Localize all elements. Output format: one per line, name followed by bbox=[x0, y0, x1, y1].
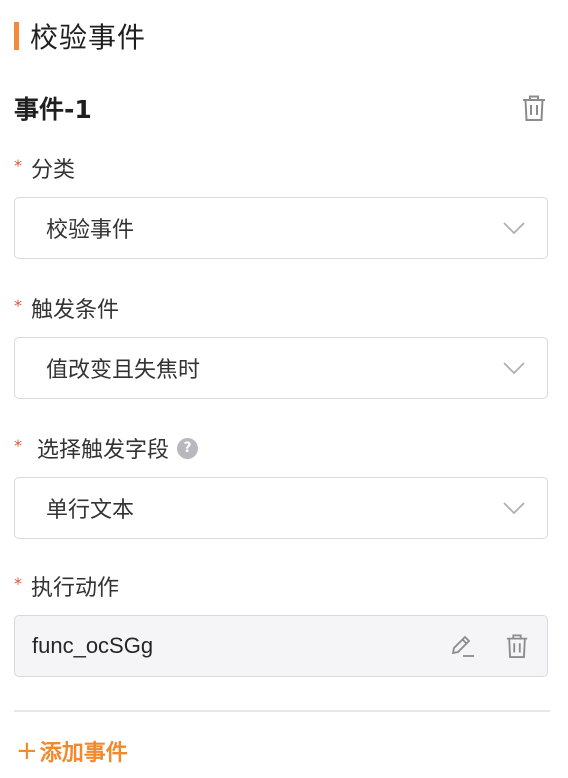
action-item: func_ocSGg bbox=[14, 615, 548, 677]
help-icon[interactable]: ? bbox=[177, 437, 199, 459]
delete-action-button[interactable] bbox=[501, 630, 533, 662]
event-title: 事件-1 bbox=[14, 95, 92, 124]
trash-icon bbox=[506, 634, 528, 658]
required-mark: * bbox=[14, 295, 22, 315]
trigger-field-label: * 选择触发字段 ? bbox=[14, 433, 199, 463]
divider bbox=[14, 710, 550, 712]
action-label: * 执行动作 bbox=[14, 571, 120, 602]
trigger-condition-select-value: 值改变且失焦时 bbox=[46, 358, 201, 383]
add-event-label: 添加事件 bbox=[39, 741, 128, 766]
action-icons bbox=[447, 630, 533, 662]
chevron-down-icon bbox=[503, 362, 525, 374]
required-mark: * bbox=[14, 435, 22, 455]
trigger-field-select-value: 单行文本 bbox=[46, 498, 135, 523]
edit-action-button[interactable] bbox=[447, 630, 479, 662]
trash-icon bbox=[523, 95, 545, 121]
delete-event-button[interactable] bbox=[518, 92, 550, 124]
trigger-condition-label: * 触发条件 bbox=[14, 293, 120, 324]
trigger-condition-label-text: 触发条件 bbox=[31, 298, 120, 323]
action-name: func_ocSGg bbox=[32, 633, 154, 658]
event-header: 事件-1 bbox=[14, 86, 550, 130]
trigger-condition-select[interactable]: 值改变且失焦时 bbox=[14, 337, 548, 399]
category-label: * 分类 bbox=[14, 153, 76, 184]
trigger-field-label-text: 选择触发字段 bbox=[37, 438, 170, 463]
category-select[interactable]: 校验事件 bbox=[14, 197, 548, 259]
section-title: 校验事件 bbox=[14, 14, 146, 58]
category-label-text: 分类 bbox=[31, 158, 76, 183]
pencil-icon bbox=[451, 635, 474, 657]
title-accent-bar bbox=[14, 22, 19, 50]
section-title-text: 校验事件 bbox=[30, 21, 147, 54]
required-mark: * bbox=[14, 573, 22, 593]
chevron-down-icon bbox=[503, 222, 525, 234]
add-event-button[interactable]: + 添加事件 bbox=[16, 734, 128, 768]
plus-icon: + bbox=[16, 736, 38, 766]
action-label-text: 执行动作 bbox=[31, 576, 120, 601]
category-select-value: 校验事件 bbox=[46, 218, 135, 243]
chevron-down-icon bbox=[503, 502, 525, 514]
trigger-field-select[interactable]: 单行文本 bbox=[14, 477, 548, 539]
required-mark: * bbox=[14, 155, 22, 175]
